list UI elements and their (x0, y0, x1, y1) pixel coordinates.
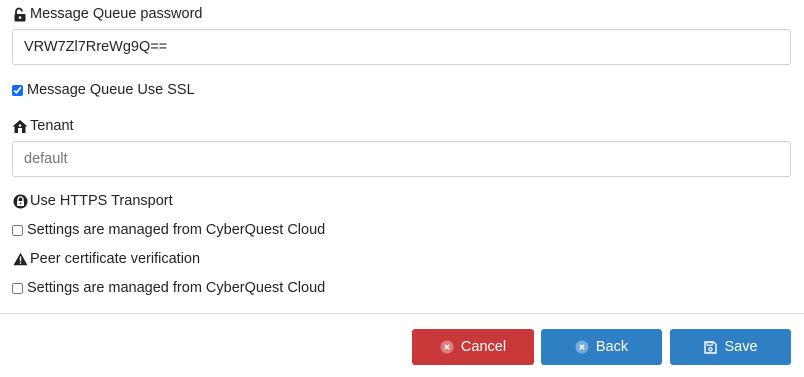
https-managed-checkbox[interactable] (12, 224, 23, 236)
floppy-disk-icon (703, 340, 717, 354)
back-button-label: Back (595, 339, 629, 355)
tenant-input[interactable] (12, 141, 791, 177)
tenant-label: Tenant (30, 118, 74, 134)
peer-cert-managed-row: Settings are managed from CyberQuest Clo… (12, 279, 325, 297)
cancel-button[interactable]: Cancel (412, 329, 534, 365)
peer-cert-label: Peer certificate verification (30, 251, 201, 267)
back-button[interactable]: Back (541, 329, 662, 365)
unlock-icon (12, 6, 28, 22)
https-managed-label: Settings are managed from CyberQuest Clo… (27, 222, 326, 238)
mq-password-label-row: Message Queue password (12, 5, 203, 23)
footer-divider (0, 313, 804, 314)
https-label: Use HTTPS Transport (30, 193, 173, 209)
save-button-label: Save (724, 339, 758, 355)
peer-cert-managed-label: Settings are managed from CyberQuest Clo… (27, 280, 326, 296)
save-button[interactable]: Save (670, 329, 791, 365)
mq-ssl-label: Message Queue Use SSL (27, 82, 195, 98)
circle-x-icon (440, 340, 454, 354)
peer-cert-managed-checkbox[interactable] (12, 282, 23, 294)
mq-ssl-row: Message Queue Use SSL (12, 81, 195, 99)
peer-cert-label-row: Peer certificate verification (12, 250, 200, 268)
house-icon (12, 118, 28, 134)
lock-circle-icon (12, 193, 28, 209)
cancel-button-label: Cancel (460, 339, 507, 355)
circle-x-icon (575, 340, 589, 354)
https-label-row: Use HTTPS Transport (12, 192, 173, 210)
https-managed-row: Settings are managed from CyberQuest Clo… (12, 221, 325, 239)
tenant-label-row: Tenant (12, 117, 74, 135)
mq-ssl-checkbox[interactable] (12, 84, 23, 96)
warning-triangle-icon (12, 251, 28, 267)
mq-password-label: Message Queue password (30, 6, 203, 22)
mq-password-input[interactable] (12, 29, 791, 65)
